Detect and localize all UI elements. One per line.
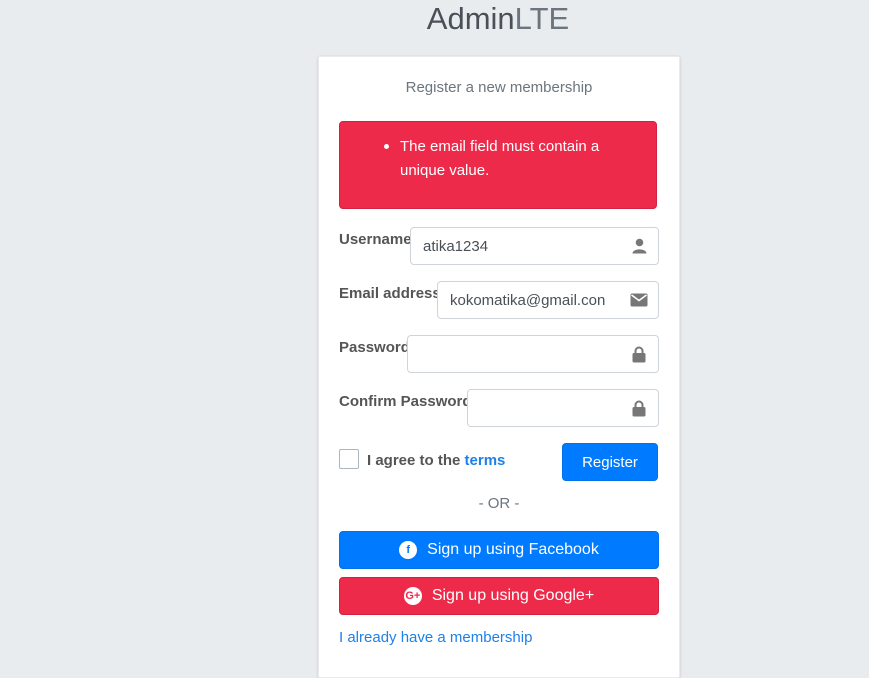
error-alert: The email field must contain a unique va… bbox=[339, 121, 657, 209]
facebook-signup-label: Sign up using Facebook bbox=[427, 541, 599, 558]
lock-icon-svg bbox=[632, 346, 646, 362]
agree-terms-label: I agree to the terms bbox=[367, 452, 505, 469]
email-input[interactable] bbox=[438, 282, 620, 318]
lock-icon-svg bbox=[632, 400, 646, 416]
email-label: Email address bbox=[339, 285, 441, 302]
envelope-icon bbox=[620, 282, 658, 318]
bullet-icon bbox=[384, 144, 389, 149]
agree-terms-prefix: I agree to the bbox=[367, 452, 465, 469]
already-member-link[interactable]: I already have a membership bbox=[339, 629, 532, 646]
facebook-icon: f bbox=[399, 541, 418, 559]
password-input[interactable] bbox=[408, 336, 620, 372]
user-icon-svg bbox=[632, 238, 646, 254]
register-button[interactable]: Register bbox=[562, 443, 658, 481]
confirm-password-input[interactable] bbox=[468, 390, 620, 426]
email-field[interactable] bbox=[437, 281, 659, 319]
or-divider: - OR - bbox=[478, 495, 520, 512]
error-item: The email field must contain a unique va… bbox=[400, 138, 600, 179]
lock-icon bbox=[620, 336, 658, 372]
username-label: Username bbox=[339, 231, 412, 248]
username-input[interactable] bbox=[411, 228, 620, 264]
register-box-message: Register a new membership bbox=[405, 79, 593, 96]
facebook-signup-button[interactable]: f Sign up using Facebook bbox=[339, 531, 659, 569]
google-plus-icon: G+ bbox=[403, 587, 422, 605]
logo-bold: Admin bbox=[426, 1, 515, 36]
confirm-password-field[interactable] bbox=[467, 389, 659, 427]
password-field[interactable] bbox=[407, 335, 659, 373]
logo[interactable]: AdminLTE bbox=[0, 0, 869, 40]
register-card: Register a new membership The email fiel… bbox=[318, 56, 680, 678]
password-label: Password bbox=[339, 339, 410, 356]
agree-terms-checkbox[interactable] bbox=[339, 449, 359, 469]
confirm-password-label: Confirm Password bbox=[339, 393, 472, 410]
lock-icon bbox=[620, 390, 658, 426]
google-signup-label: Sign up using Google+ bbox=[431, 587, 595, 604]
logo-light: LTE bbox=[514, 1, 570, 36]
google-signup-button[interactable]: G+ Sign up using Google+ bbox=[339, 577, 659, 615]
terms-link[interactable]: terms bbox=[465, 452, 506, 469]
envelope-icon-svg bbox=[630, 293, 648, 307]
user-icon bbox=[620, 228, 658, 264]
username-field[interactable] bbox=[410, 227, 659, 265]
